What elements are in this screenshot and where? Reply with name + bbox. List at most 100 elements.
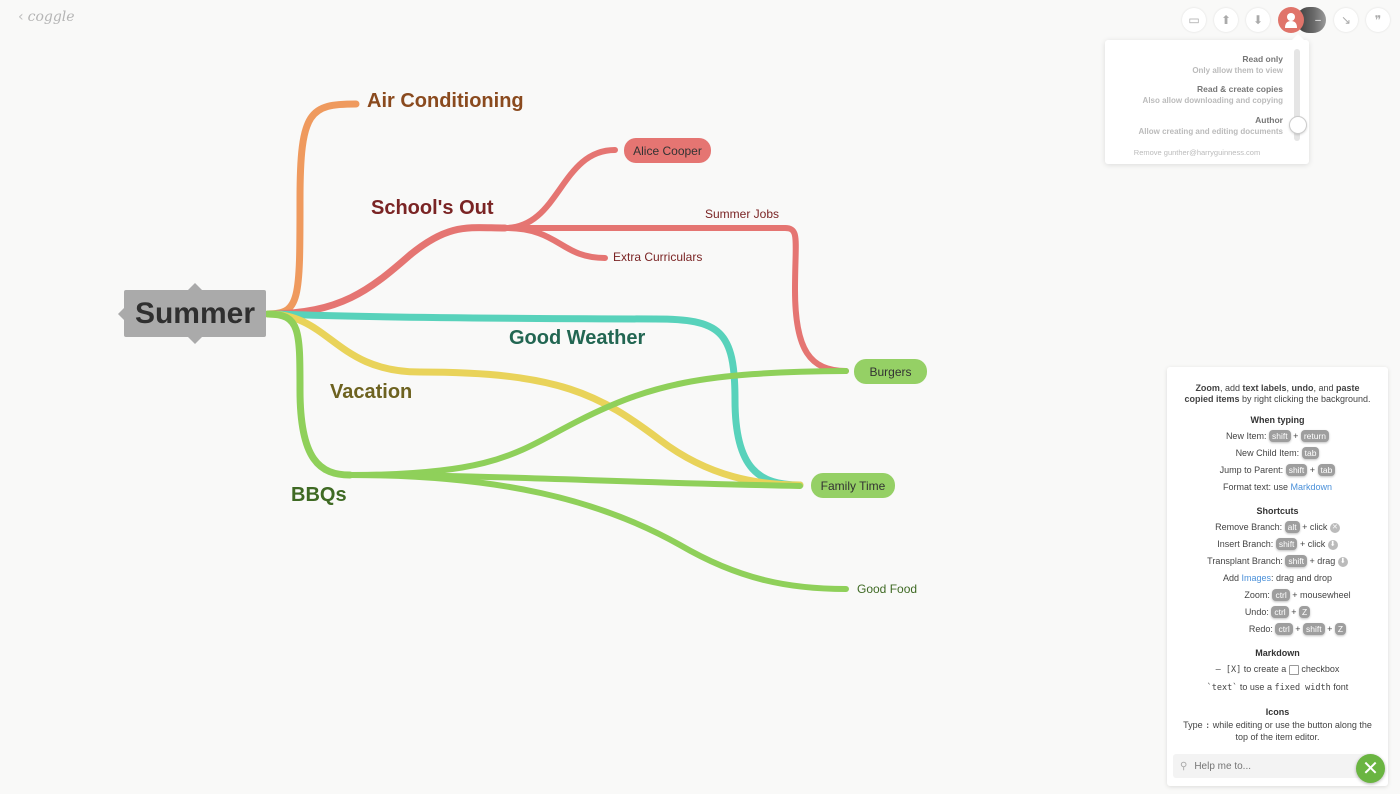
key-ctrl: ctrl <box>1275 623 1293 635</box>
row-text: font <box>1333 682 1349 692</box>
key-return: return <box>1300 430 1330 442</box>
row-text: checkbox <box>1301 664 1340 674</box>
intro-text: by right clicking the background. <box>1239 394 1371 404</box>
branch-good-food[interactable] <box>347 472 849 592</box>
help-row-zoom: Zoom: ctrl + mousewheel <box>1167 587 1388 604</box>
root-label: Summer <box>134 296 256 330</box>
branch-alice-cooper[interactable] <box>502 147 618 231</box>
node-vacation[interactable]: Vacation <box>330 381 412 404</box>
root-notch <box>118 307 124 320</box>
markdown-link[interactable]: Markdown <box>1291 482 1333 492</box>
row-text: while editing or use the button along th… <box>1212 720 1372 742</box>
help-search-input[interactable] <box>1192 759 1357 773</box>
remove-branch-icon: ✕ <box>1329 522 1340 533</box>
user-icon <box>1285 13 1297 28</box>
checkbox-icon <box>1288 664 1299 675</box>
help-icons-text: Type : while editing or use the button a… <box>1179 720 1376 743</box>
markdown-heading: Markdown <box>1255 648 1300 658</box>
help-row-add-images: Add Images: drag and drop <box>1167 570 1388 587</box>
node-bbqs[interactable]: BBQs <box>291 484 347 507</box>
key-shift: shift <box>1285 555 1307 567</box>
key-shift: shift <box>1303 623 1325 635</box>
node-good-weather[interactable]: Good Weather <box>509 327 645 350</box>
row-action: + click <box>1299 539 1326 549</box>
remove-collaborator-icon[interactable]: – <box>1315 15 1321 26</box>
row-label: Undo: <box>1244 607 1269 617</box>
row-label: Remove Branch: <box>1215 522 1283 532</box>
node-burgers[interactable]: Burgers <box>854 359 927 384</box>
help-row-redo: Redo: ctrl + shift + Z <box>1167 621 1388 638</box>
branch-extra-curriculars[interactable] <box>502 225 608 261</box>
row-action: + drag <box>1309 556 1336 566</box>
node-family-time[interactable]: Family Time <box>811 473 895 498</box>
row-label: New Child Item: <box>1235 448 1300 458</box>
node-good-food[interactable]: Good Food <box>857 582 917 596</box>
link-summer-jobs-burgers[interactable] <box>782 225 849 374</box>
key-shift: shift <box>1285 464 1308 476</box>
close-icon: ✕ <box>1362 758 1379 780</box>
row-text: to create a <box>1243 664 1287 674</box>
key-shift: shift <box>1275 538 1298 550</box>
md-mono: fixed width <box>1274 683 1331 693</box>
intro-text: , and <box>1313 383 1337 393</box>
key-ctrl: ctrl <box>1271 606 1289 618</box>
node-schools-out[interactable]: School's Out <box>371 197 494 220</box>
branch-air-conditioning[interactable] <box>264 100 360 318</box>
node-alice-cooper[interactable]: Alice Cooper <box>624 138 711 163</box>
help-row-jump-parent: Jump to Parent: shift + tab <box>1167 462 1388 479</box>
key-ctrl: ctrl <box>1272 589 1290 601</box>
row-label: Format text: use <box>1222 482 1288 492</box>
images-link[interactable]: Images <box>1241 573 1271 583</box>
help-row-new-item: New Item: shift + return <box>1167 428 1388 445</box>
search-icon: ⚲ <box>1180 760 1188 772</box>
branch-burgers[interactable] <box>347 368 849 478</box>
root-node-summer[interactable]: Summer <box>118 283 266 344</box>
help-row-new-child: New Child Item: tab <box>1167 445 1388 462</box>
key-tab: tab <box>1301 447 1320 459</box>
key-alt: alt <box>1284 521 1300 533</box>
key-z: Z <box>1298 606 1311 618</box>
when-typing-heading: When typing <box>1250 415 1305 425</box>
intro-zoom: Zoom <box>1195 383 1220 393</box>
help-intro: Zoom, add text labels, undo, and paste c… <box>1181 383 1374 405</box>
help-row-insert-branch: Insert Branch: shift + click ⬇ <box>1167 536 1388 553</box>
help-row-format: Format text: use Markdown <box>1167 479 1388 496</box>
md-syntax: – [X] <box>1215 665 1242 675</box>
node-summer-jobs[interactable]: Summer Jobs <box>705 207 779 221</box>
row-label: Jump to Parent: <box>1219 465 1284 475</box>
help-row-checkbox: – [X] to create a checkbox <box>1167 661 1388 679</box>
close-help-button[interactable]: ✕ <box>1356 754 1385 783</box>
key-shift: shift <box>1268 430 1291 442</box>
help-row-remove-branch: Remove Branch: alt + click ✕ <box>1167 519 1388 536</box>
key-z: Z <box>1334 623 1347 635</box>
row-action: : drag and drop <box>1271 573 1333 583</box>
row-text: Type <box>1183 720 1203 730</box>
shortcuts-heading: Shortcuts <box>1256 506 1299 516</box>
icons-heading: Icons <box>1265 707 1290 717</box>
row-label: Insert Branch: <box>1217 539 1274 549</box>
help-row-undo: Undo: ctrl + Z <box>1167 604 1388 621</box>
key-tab: tab <box>1317 464 1336 476</box>
md-syntax: `text` <box>1206 683 1238 693</box>
row-label: Transplant Branch: <box>1207 556 1283 566</box>
row-label: New Item: <box>1225 431 1267 441</box>
node-air-conditioning[interactable]: Air Conditioning <box>367 90 524 113</box>
intro-text: , add <box>1219 383 1243 393</box>
row-label: Redo: <box>1248 624 1273 634</box>
help-row-transplant-branch: Transplant Branch: shift + drag ⬇ <box>1167 553 1388 570</box>
row-action: + mousewheel <box>1292 590 1351 600</box>
help-row-code: `text` to use a fixed width font <box>1167 679 1388 697</box>
my-avatar[interactable] <box>1278 7 1304 33</box>
insert-branch-icon: ⬇ <box>1327 539 1338 550</box>
branch-schools-out[interactable] <box>264 224 509 318</box>
row-label: Add <box>1222 573 1239 583</box>
node-extra-curriculars[interactable]: Extra Curriculars <box>613 250 702 264</box>
intro-undo: undo <box>1291 383 1314 393</box>
help-panel: Zoom, add text labels, undo, and paste c… <box>1167 367 1388 786</box>
row-label: Zoom: <box>1244 590 1270 600</box>
help-search-box[interactable]: ⚲ <box>1173 754 1373 778</box>
row-text: to use a <box>1239 682 1272 692</box>
collaborators: – <box>1278 7 1326 33</box>
intro-text-labels: text labels <box>1242 383 1287 393</box>
transplant-branch-icon: ⬇ <box>1337 556 1348 567</box>
